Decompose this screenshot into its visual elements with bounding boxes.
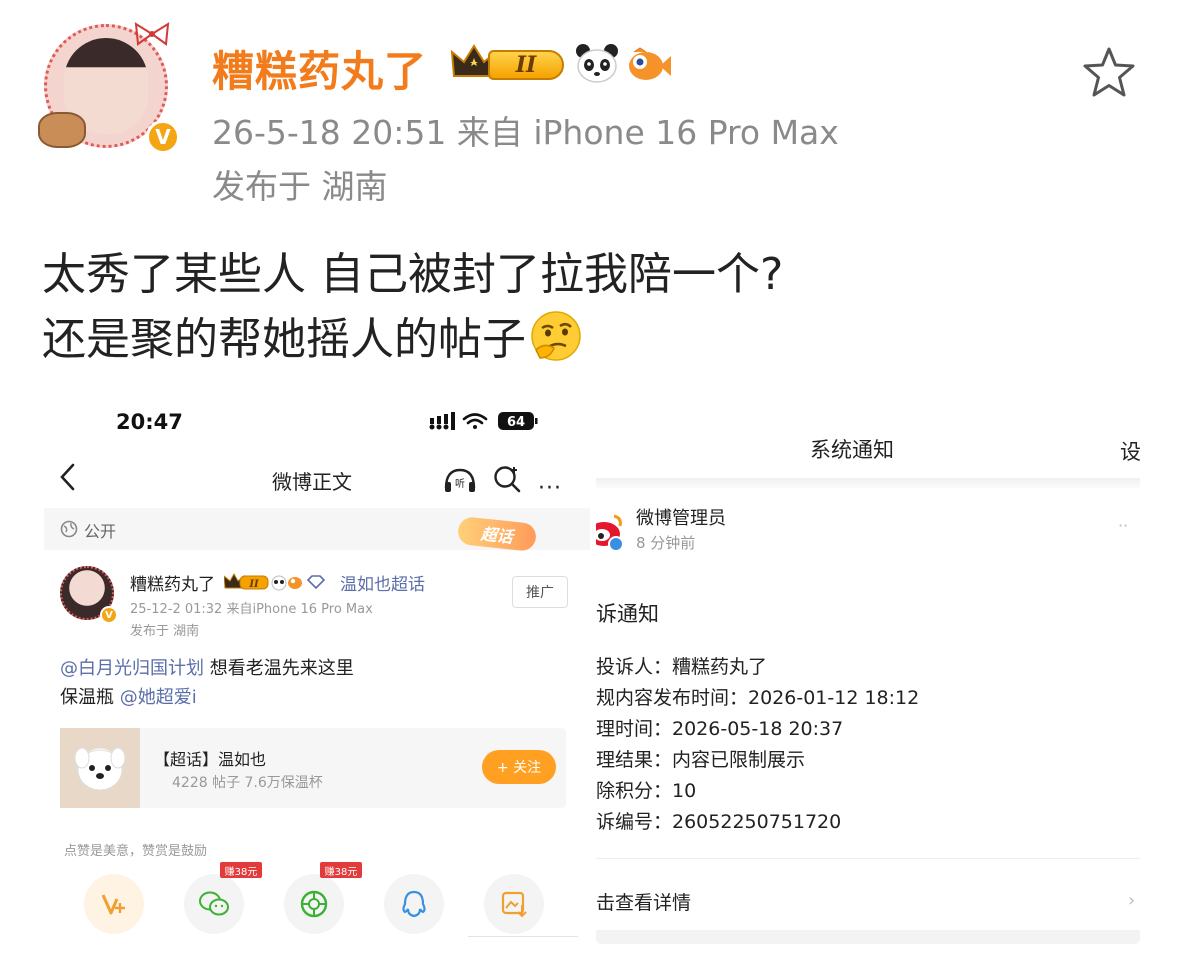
page-title: 微博正文 — [272, 470, 352, 494]
status-bar-time: 20:47 — [116, 410, 183, 434]
post-username[interactable]: 糟糕药丸了 — [212, 38, 427, 99]
notice-line: 诉编号：26052250751720 — [596, 811, 842, 833]
system-notice-screenshot: 系统通知 设 微博管理员 8 分钟前 ·· 诉通知 投诉人：糟糕药丸了 规内容发… — [596, 404, 1140, 946]
wechat-icon — [199, 891, 229, 916]
sender-name[interactable]: 微博管理员 — [636, 504, 726, 530]
notice-line: 规内容发布时间：2026-01-12 18:12 — [596, 687, 920, 709]
view-details-link[interactable]: 击查看详情 — [596, 888, 691, 915]
earn-tag: 赚38元 — [320, 862, 362, 878]
verified-badge: V — [146, 120, 180, 154]
back-arrow-icon[interactable] — [58, 462, 76, 492]
inner-badges: II — [224, 572, 326, 591]
weibo-post-screenshot: 20:47 64 微博正文 听 ··· 公开 超话 V 糟糕药丸了 II 温如也… — [44, 396, 590, 950]
save-image-icon — [501, 891, 527, 918]
dog-image-icon — [74, 747, 126, 791]
post-meta: 26-5-18 20:51 来自 iPhone 16 Pro Max — [212, 113, 839, 152]
post-location: 发布于 湖南 — [212, 167, 388, 206]
qq-share-button[interactable] — [384, 874, 444, 934]
diamond-icon — [306, 575, 326, 590]
panda-badge-icon[interactable] — [574, 42, 620, 84]
inner-text-line: @白月光归国计划 想看老温先来这里 — [60, 658, 354, 679]
svg-text:II: II — [248, 579, 259, 590]
visibility-label: 公开 — [84, 522, 117, 541]
post-text-line: 还是聚的帮她摇人的帖子 — [42, 306, 783, 371]
supertopic-stats: 4228 帖子 7.6万保温杯 — [172, 775, 323, 791]
favorite-star-icon[interactable] — [1082, 46, 1136, 98]
inner-post-meta: 25-12-2 01:32 来自iPhone 16 Pro Max — [130, 602, 373, 617]
promote-button[interactable]: 推广 — [512, 576, 568, 608]
more-options-icon[interactable]: ··· — [538, 476, 562, 501]
like-hint: 点赞是美意，赞赏是鼓励 — [64, 844, 208, 859]
wifi-icon — [462, 413, 488, 429]
svg-text:听: 听 — [455, 478, 465, 490]
notice-details: 投诉人：糟糕药丸了 规内容发布时间：2026-01-12 18:12 理时间：2… — [596, 652, 919, 838]
signal-icon — [429, 412, 455, 430]
fish-badge-icon[interactable] — [626, 44, 672, 84]
supertopic-link[interactable]: 温如也超话 — [340, 570, 425, 595]
mention-link[interactable]: @白月光归国计划 — [60, 658, 204, 679]
battery-level: 64 — [507, 415, 525, 430]
mention-link[interactable]: @她超爱i — [120, 687, 197, 708]
divider — [596, 478, 1140, 488]
status-bar-icons: 64 — [429, 412, 538, 430]
more-options-icon[interactable]: ·· — [1118, 516, 1128, 535]
level-label: II — [488, 50, 564, 80]
inner-post-body: @白月光归国计划 想看老温先来这里 保温瓶 @她超爱i — [60, 654, 354, 712]
visibility-row: 公开 超话 — [44, 508, 590, 552]
fish-badge-icon — [288, 577, 302, 589]
wechat-share-button[interactable]: 赚38元 — [184, 862, 262, 934]
level-badge[interactable]: II — [450, 42, 568, 84]
level-badge: II — [239, 575, 269, 590]
notice-line: 除积分：10 — [596, 780, 697, 802]
search-icon[interactable] — [492, 464, 522, 494]
qq-icon — [402, 890, 426, 918]
thinking-emoji-icon — [531, 311, 581, 361]
listen-icon[interactable]: 听 — [442, 466, 478, 494]
user-avatar[interactable]: V — [36, 16, 180, 156]
reward-button[interactable] — [84, 874, 144, 934]
earn-tag: 赚38元 — [220, 862, 262, 878]
supertopic-name: 【超话】温如也 — [154, 750, 267, 769]
notice-page-title: 系统通知 — [810, 438, 894, 462]
inner-post-location: 发布于 湖南 — [130, 624, 200, 639]
settings-label[interactable]: 设 — [1120, 436, 1140, 466]
supertopic-tag[interactable]: 超话 — [456, 516, 538, 552]
notice-title: 诉通知 — [596, 602, 659, 626]
chevron-right-icon[interactable]: › — [1128, 890, 1135, 911]
panda-badge-icon — [271, 575, 287, 591]
supertopic-thumbnail — [60, 728, 140, 808]
bottom-strip — [596, 930, 1140, 944]
globe-icon — [60, 520, 78, 538]
follow-button[interactable]: + 关注 — [482, 750, 556, 784]
moments-share-button[interactable]: 赚38元 — [284, 862, 362, 934]
supertopic-card[interactable]: 【超话】温如也 4228 帖子 7.6万保温杯 + 关注 — [60, 728, 566, 808]
divider — [596, 858, 1140, 859]
sender-time: 8 分钟前 — [636, 534, 696, 552]
divider — [468, 936, 578, 946]
bow-icon — [134, 22, 170, 46]
battery-icon: 64 — [498, 412, 538, 430]
post-text-line: 太秀了某些人 自己被封了拉我陪一个? — [42, 249, 784, 300]
save-image-button[interactable] — [484, 874, 544, 934]
inner-text-line: 保温瓶 @她超爱i — [60, 687, 197, 708]
inner-verified-badge: V — [100, 606, 118, 624]
notice-line: 理结果：内容已限制展示 — [596, 749, 806, 771]
bear-decoration-icon — [38, 112, 86, 148]
notice-line: 投诉人：糟糕药丸了 — [596, 656, 768, 678]
share-bar: 赚38元 赚38元 — [44, 862, 590, 934]
moments-icon — [300, 890, 328, 918]
inner-username[interactable]: 糟糕药丸了 — [130, 570, 215, 595]
notice-line: 理时间：2026-05-18 20:37 — [596, 718, 844, 740]
reward-icon — [101, 894, 125, 915]
verified-badge — [608, 536, 624, 552]
post-body: 太秀了某些人 自己被封了拉我陪一个? 还是聚的帮她摇人的帖子 — [42, 244, 783, 371]
